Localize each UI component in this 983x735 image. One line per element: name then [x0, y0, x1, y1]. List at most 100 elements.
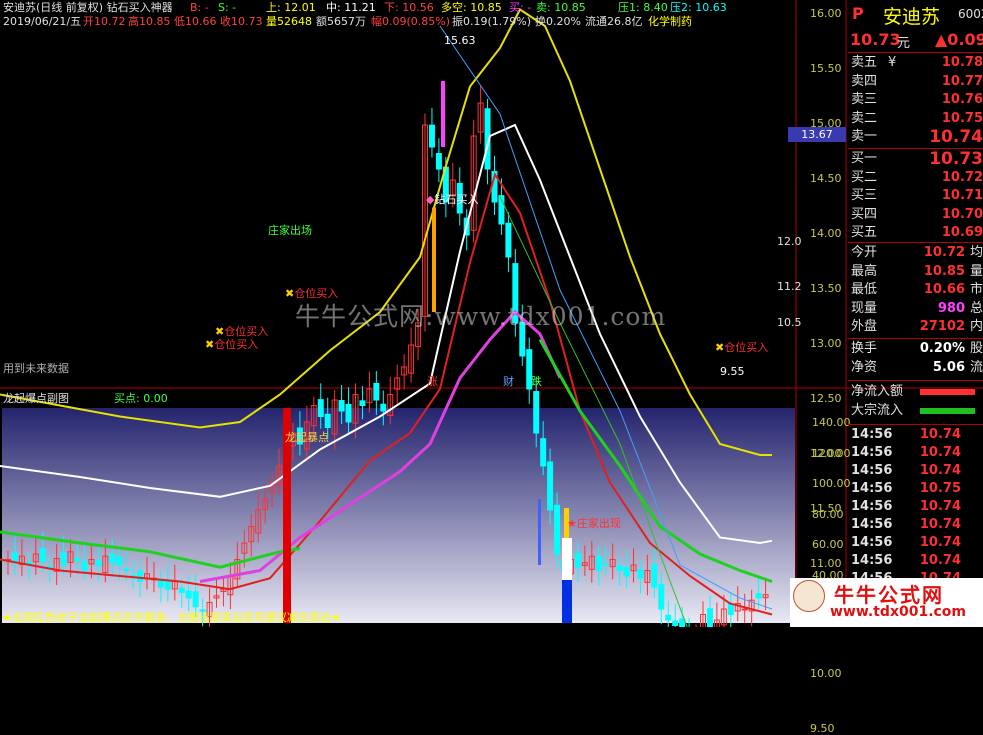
info-turnover: 换0.20%	[535, 15, 581, 28]
candle-body	[359, 400, 366, 406]
stat-row[interactable]: 现量 980 总	[848, 300, 983, 318]
price-axis-label: 13.50	[810, 282, 842, 295]
tick-row[interactable]: 14:56 10.75	[848, 480, 983, 498]
row-label: 外盘	[851, 319, 878, 335]
tick-row[interactable]: 14:56 10.74	[848, 444, 983, 462]
ask-row[interactable]: 卖五 10.78 ¥	[848, 54, 983, 72]
s-signal: S: -	[218, 1, 237, 14]
quote-stats: 今开 10.72 均最高 10.85 量最低 10.66 市现量 980 总外盘 27102 内	[848, 244, 983, 338]
logo-url: www.tdx001.com	[830, 604, 967, 620]
stock-name: 安迪苏	[883, 6, 941, 28]
ask-row[interactable]: 卖四 10.77	[848, 73, 983, 91]
candle-body	[595, 555, 602, 572]
peak-price-label: 15.63	[444, 34, 476, 47]
price-axis-label: 9.50	[810, 722, 835, 735]
stat-row[interactable]: 最高 10.85 量	[848, 263, 983, 281]
event-marker-cai[interactable]: 财	[503, 373, 514, 389]
longqi-label: 龙起暴点	[285, 431, 329, 444]
footer-note: ★出现红色柱子龙起爆点后市看涨，主图出现卖出信号建议减仓卖出★	[2, 611, 341, 624]
tick-row[interactable]: 14:56 10.74	[848, 552, 983, 570]
bid-row[interactable]: 买五 10.69	[848, 224, 983, 242]
candle-body	[192, 591, 199, 608]
row-value: 5.06	[932, 359, 965, 375]
diamond-buy-label: ◆钻石买入	[426, 193, 479, 206]
candle-body	[178, 587, 185, 593]
divider	[848, 424, 983, 425]
bid-row[interactable]: 买四 10.70	[848, 206, 983, 224]
stat-row[interactable]: 外盘 27102 内	[848, 318, 983, 336]
row-value: 10.78	[941, 55, 983, 70]
info-close: 收10.73	[220, 15, 263, 28]
tick-row[interactable]: 14:56 10.74	[848, 516, 983, 534]
divider	[848, 338, 983, 339]
candle-body	[672, 620, 679, 627]
event-marker-zhang[interactable]: 涨	[427, 373, 438, 389]
row-value: 10.73	[929, 149, 983, 169]
candle-body	[540, 438, 547, 467]
zhuangjia-bar-mid	[562, 538, 572, 580]
info-amount: 额5657万	[316, 15, 366, 28]
stats2-row[interactable]: 换手 0.20% 股	[848, 340, 983, 358]
row-value: 10.66	[923, 282, 965, 298]
quote-stats-2: 换手 0.20% 股净资 5.06 流	[848, 340, 983, 378]
legend-item: 大宗流入	[848, 402, 983, 420]
tick-price: 10.74	[919, 553, 961, 568]
row-value: 10.72	[941, 169, 983, 185]
candle-body	[345, 403, 352, 423]
sub-buy-point: 买点: 0.00	[114, 392, 168, 405]
bid-book: 买一 10.73 买二 10.72 买三 10.71 买四 10.70 买五 10.69	[848, 150, 983, 244]
row-label: 换手	[851, 341, 878, 356]
ya1-value: 压1: 8.40	[618, 1, 668, 14]
stats2-row[interactable]: 净资 5.06 流	[848, 359, 983, 377]
event-marker-die[interactable]: 跌	[531, 373, 542, 389]
row-extra: 内	[970, 319, 983, 335]
candle-body	[706, 608, 713, 627]
price-highlight: 13.67	[788, 127, 846, 142]
upper-value: 上: 12.01	[266, 1, 316, 14]
candle-body	[435, 153, 442, 170]
tick-time: 14:56	[851, 463, 893, 478]
stat-row[interactable]: 最低 10.66 市	[848, 281, 983, 299]
sub-axis-label: 120.00	[812, 446, 851, 460]
tick-time: 14:56	[851, 553, 893, 568]
flow-legend: 净流入额 大宗流入	[848, 383, 983, 423]
ask-row[interactable]: 卖二 10.75	[848, 110, 983, 128]
sub-axis-label: 100.00	[812, 477, 851, 490]
divider	[848, 242, 983, 243]
row-extra: 股	[970, 341, 983, 356]
sub-chart-title: 龙起爆点副图	[3, 392, 69, 405]
ask-book: 卖五 10.78 ¥ 卖四 10.77 卖三 10.76 卖二 10.75 卖一 10.74	[848, 54, 983, 148]
info-open: 开10.72	[83, 15, 126, 28]
price-axis-label: 13.00	[810, 337, 842, 350]
bid-row[interactable]: 买一 10.73	[848, 150, 983, 168]
sell-value: 卖: 10.85	[536, 1, 586, 14]
info-date: 2019/06/21/五	[3, 15, 82, 28]
stock-code: 6002	[958, 7, 983, 21]
row-label: 净资	[851, 359, 878, 375]
candle-body	[81, 561, 88, 571]
divider	[848, 380, 983, 381]
tick-row[interactable]: 14:56 10.74	[848, 534, 983, 552]
tick-row[interactable]: 14:56 10.74	[848, 498, 983, 516]
row-value: 27102	[919, 319, 965, 335]
candle-body	[727, 603, 734, 615]
row-value: 10.71	[941, 188, 983, 204]
bid-row[interactable]: 买二 10.72	[848, 169, 983, 187]
tick-row[interactable]: 14:56 10.74	[848, 462, 983, 480]
price-axis-label: 14.50	[810, 172, 842, 185]
ask-row[interactable]: 卖三 10.76	[848, 91, 983, 109]
candle-body	[554, 504, 561, 555]
bid-row[interactable]: 买三 10.71	[848, 187, 983, 205]
stat-row[interactable]: 今开 10.72 均	[848, 244, 983, 262]
sub-axis-label: 80.00	[812, 507, 844, 521]
buy-value: 买: -	[509, 1, 532, 14]
candle-body	[324, 413, 331, 429]
row-extra: 量	[970, 263, 983, 279]
row-value: 10.70	[941, 206, 983, 222]
tick-row[interactable]: 14:56 10.74	[848, 426, 983, 444]
info-change: 幅0.09(0.85%)	[371, 15, 451, 28]
ask-row[interactable]: 卖一 10.74	[848, 128, 983, 146]
current-price: 10.73	[850, 30, 901, 49]
candle-body	[60, 552, 67, 566]
middle-value: 中: 11.21	[326, 1, 376, 14]
